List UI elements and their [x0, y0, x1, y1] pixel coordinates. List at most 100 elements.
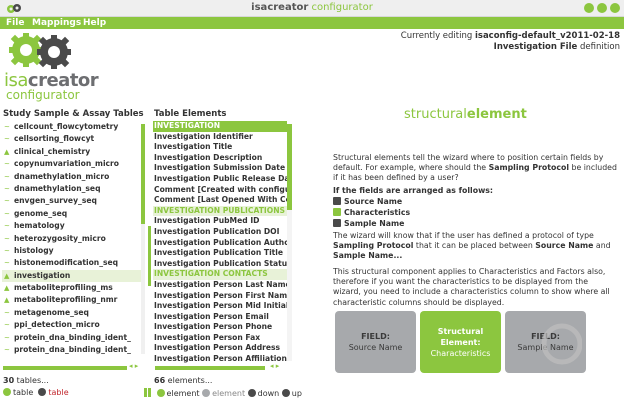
- table-list-label: metaboliteprofiling_nmr: [14, 295, 118, 305]
- source-name-field-box: FIELD: Source Name: [335, 311, 416, 373]
- table-list-item[interactable]: ~ dnamethylation_seq: [2, 183, 145, 195]
- element-list-item[interactable]: Investigation PubMed ID: [153, 216, 287, 227]
- add-element-label[interactable]: element: [167, 389, 200, 398]
- add-element-icon[interactable]: [156, 389, 165, 397]
- pause-icon[interactable]: [144, 388, 147, 397]
- menu-mappings[interactable]: Mappings: [32, 17, 81, 29]
- menu-file[interactable]: File: [6, 17, 24, 29]
- element-list-item[interactable]: Comment [Created with configura: [153, 185, 287, 196]
- table-list-label: protein_dna_binding_ident_: [14, 332, 131, 342]
- element-list-item[interactable]: Investigation Public Release Date: [153, 174, 287, 185]
- element-list-item[interactable]: Investigation Description: [153, 153, 287, 164]
- minimize-button[interactable]: [584, 3, 594, 13]
- description-paragraph-1: Structural elements tell the wizard wher…: [333, 153, 617, 183]
- table-list-item[interactable]: ~ dnamethylation_micro: [2, 171, 145, 183]
- menu-help[interactable]: Help: [83, 17, 106, 29]
- table-list-item[interactable]: ~ envgen_survey_seq: [2, 195, 145, 207]
- element-list-item[interactable]: Investigation Person Last Name: [153, 280, 287, 291]
- element-list-item[interactable]: Investigation Person Phone: [153, 322, 287, 333]
- move-down-label[interactable]: down: [258, 389, 280, 398]
- scrollbar-thumb[interactable]: [141, 124, 145, 224]
- move-up-icon[interactable]: [281, 389, 290, 397]
- element-list-item[interactable]: Investigation Person Mid Initials: [153, 301, 287, 312]
- window-title: isacreator configurator: [251, 2, 373, 13]
- table-list-label: dnamethylation_micro: [14, 171, 110, 181]
- element-list-item[interactable]: Investigation Person First Name: [153, 291, 287, 302]
- element-section-header[interactable]: INVESTIGATION: [153, 121, 287, 132]
- element-list-scrollbar[interactable]: [287, 124, 292, 361]
- element-list-item[interactable]: Investigation Publication DOI: [153, 227, 287, 238]
- table-list-label: heterozygosity_micro: [14, 233, 106, 243]
- table-list-item[interactable]: ▲ metaboliteprofiling_ms: [2, 282, 145, 294]
- table-list-label: copynumvariation_micro: [14, 159, 120, 169]
- element-list-item[interactable]: Investigation Person Email: [153, 312, 287, 323]
- table-list-label: histonemodification_seq: [14, 258, 119, 268]
- remove-table-icon[interactable]: [38, 388, 47, 396]
- table-list-item[interactable]: ~ histonemodification_seq: [2, 257, 145, 269]
- assay-wave-icon: ~: [4, 308, 10, 317]
- table-list-item[interactable]: ~ genome_seq: [2, 208, 145, 220]
- table-list-item[interactable]: ~ heterozygosity_micro: [2, 233, 145, 245]
- assay-wave-icon: ~: [4, 209, 10, 218]
- element-list-item[interactable]: Comment [Last Opened With Cont: [153, 195, 287, 206]
- table-list-item[interactable]: ~ cellcount_flowcytometry: [2, 121, 145, 133]
- structural-square-icon: [333, 208, 341, 216]
- table-list-item[interactable]: ▲ metaboliteprofiling_nmr: [2, 294, 145, 306]
- element-list-item[interactable]: Investigation Title: [153, 142, 287, 153]
- table-list-item[interactable]: ▲ clinical_chemistry: [2, 146, 145, 158]
- assay-wave-icon: ~: [4, 197, 10, 206]
- table-list-item[interactable]: ~ cellsorting_flowcyt: [2, 133, 145, 145]
- hscroll-arrows-icon[interactable]: ◂ ▸: [270, 362, 279, 370]
- remove-element-label[interactable]: element: [212, 389, 245, 398]
- element-list-item[interactable]: Investigation Person Fax: [153, 333, 287, 344]
- assay-wave-icon: ~: [4, 246, 10, 255]
- add-table-label[interactable]: table: [13, 388, 33, 397]
- table-list-item[interactable]: ~ protein_dna_binding_ident_: [2, 344, 145, 356]
- flask-icon: ▲: [4, 296, 10, 305]
- element-section-header[interactable]: INVESTIGATION PUBLICATIONS: [153, 205, 287, 217]
- hscroll-arrows-icon[interactable]: ◂ ▸: [129, 362, 138, 370]
- remove-table-label[interactable]: table: [48, 388, 68, 397]
- table-list-item[interactable]: ▲ investigation: [2, 269, 145, 283]
- move-up-label[interactable]: up: [292, 389, 302, 398]
- assay-wave-icon: ~: [4, 259, 10, 268]
- remove-element-icon[interactable]: [202, 389, 211, 397]
- element-list-hscroll[interactable]: [155, 366, 265, 370]
- field-square-icon: [333, 219, 341, 227]
- element-legend: element element down up: [144, 388, 302, 398]
- element-list-item[interactable]: Investigation Identifier: [153, 132, 287, 143]
- table-list-label: cellcount_flowcytometry: [14, 122, 119, 131]
- move-down-icon[interactable]: [247, 389, 256, 397]
- close-button[interactable]: [610, 3, 620, 13]
- editing-status: Currently editing isaconfig-default_v201…: [400, 31, 620, 52]
- maximize-button[interactable]: [597, 3, 607, 13]
- table-list-scrollbar[interactable]: [141, 124, 145, 354]
- table-list-label: envgen_survey_seq: [14, 196, 97, 206]
- element-list-item[interactable]: Investigation Submission Date: [153, 163, 287, 174]
- table-list-label: genome_seq: [14, 208, 68, 218]
- panel-divider[interactable]: [148, 226, 151, 286]
- element-list-item[interactable]: Investigation Publication Title: [153, 248, 287, 259]
- assay-wave-icon: ~: [4, 333, 10, 342]
- element-list-item[interactable]: Investigation Person Affiliation: [153, 354, 287, 365]
- table-list-item[interactable]: ~ metagenome_seq: [2, 307, 145, 319]
- table-list-item[interactable]: ~ histology: [2, 245, 145, 257]
- assay-wave-icon: ~: [4, 321, 10, 330]
- table-list-label: metaboliteprofiling_ms: [14, 283, 113, 293]
- table-list-label: cellsorting_flowcyt: [14, 134, 95, 144]
- table-list-item[interactable]: ~ copynumvariation_micro: [2, 158, 145, 170]
- add-table-icon[interactable]: [3, 388, 11, 396]
- menu-bar: File Mappings Help: [0, 17, 624, 29]
- element-section-header[interactable]: INVESTIGATION CONTACTS: [153, 269, 287, 280]
- element-list-item[interactable]: Investigation Publication Author l: [153, 238, 287, 249]
- assay-wave-icon: ~: [4, 222, 10, 231]
- element-list-item[interactable]: Investigation Person Address: [153, 343, 287, 354]
- table-list-hscroll[interactable]: [3, 366, 127, 370]
- logo-subtitle: configurator: [6, 88, 80, 102]
- element-list-item[interactable]: Investigation Publication Status: [153, 259, 287, 270]
- element-count: 66 elements...: [154, 376, 213, 385]
- scrollbar-thumb[interactable]: [287, 124, 292, 210]
- table-list-item[interactable]: ~ hematology: [2, 220, 145, 232]
- table-list-item[interactable]: ~ ppi_detection_micro: [2, 319, 145, 331]
- table-list-item[interactable]: ~ protein_dna_binding_ident_: [2, 332, 145, 344]
